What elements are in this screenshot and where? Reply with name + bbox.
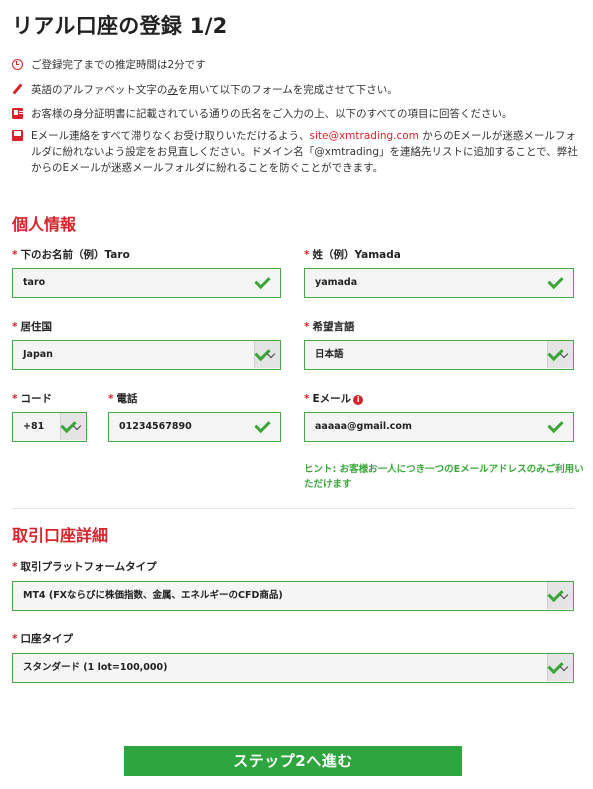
country-label: * 居住国 [12, 321, 52, 333]
platform-label: * 取引プラットフォームタイプ [12, 561, 157, 573]
email-field[interactable]: aaaaa@gmail.com [304, 412, 574, 442]
check-icon [549, 276, 565, 286]
code-label: * コード [12, 393, 52, 405]
divider [12, 508, 574, 509]
language-label: * 希望言語 [304, 321, 355, 333]
mail-icon [12, 130, 23, 141]
id-card-icon [12, 108, 23, 119]
check-icon [549, 420, 565, 430]
page-title: リアル口座の登録 1/2 [12, 14, 228, 38]
dropdown-button[interactable] [254, 341, 280, 368]
notice-text: お客様の身分証明書に記載されている通りの氏名をご入力の上、以下のすべての項目に回… [31, 108, 513, 120]
notice-email-delivery: Eメール連絡をすべて滞りなくお受け取りいただけるよう、site@xmtradin… [12, 128, 582, 176]
info-icon[interactable]: i [353, 395, 364, 405]
email-hint: ヒント: お客様お一人につき一つのEメールアドレスのみご利用いただけます [304, 464, 584, 490]
pen-icon [12, 84, 23, 95]
phone-field[interactable]: 01234567890 [108, 412, 281, 442]
last-name-field[interactable]: yamada [304, 268, 574, 298]
country-select[interactable]: Japan [12, 340, 281, 370]
dropdown-button[interactable] [547, 582, 573, 609]
phone-label: * 電話 [108, 393, 138, 405]
notice-estimated-time: ご登録完了までの推定時間は2分です [12, 57, 582, 73]
notice-text: ご登録完了までの推定時間は2分です [31, 59, 206, 71]
support-email-link[interactable]: site@xmtrading.com [309, 130, 418, 142]
notice-id-document: お客様の身分証明書に記載されている通りの氏名をご入力の上、以下のすべての項目に回… [12, 106, 582, 122]
section-title-personal: 個人情報 [12, 215, 77, 234]
first-name-label: * 下のお名前（例）Taro [12, 249, 130, 261]
platform-select[interactable]: MT4 (FXならびに株価指数、金属、エネルギーのCFD商品) [12, 581, 574, 611]
check-icon [256, 420, 272, 430]
language-select[interactable]: 日本語 [304, 340, 574, 370]
next-step-button[interactable]: ステップ2へ進む [124, 746, 462, 776]
notice-text: 英語のアルファベット文字のみを用いて以下のフォームを完成させて下さい。 [31, 84, 398, 96]
notice-text: Eメール連絡をすべて滞りなくお受け取りいただけるよう、site@xmtradin… [31, 130, 578, 174]
notice-alphabet: 英語のアルファベット文字のみを用いて以下のフォームを完成させて下さい。 [12, 82, 582, 98]
section-title-account: 取引口座詳細 [12, 526, 109, 545]
dropdown-button[interactable] [547, 654, 573, 681]
clock-icon [12, 59, 23, 70]
dropdown-button[interactable] [547, 341, 573, 368]
first-name-field[interactable]: taro [12, 268, 281, 298]
dropdown-button[interactable] [60, 413, 86, 440]
email-label: * Eメール i [304, 391, 364, 406]
check-icon [256, 276, 272, 286]
last-name-label: * 姓（例）Yamada [304, 249, 401, 261]
country-code-select[interactable]: +81 [12, 412, 87, 442]
account-type-select[interactable]: スタンダード (1 lot=100,000) [12, 653, 574, 683]
account-type-label: * 口座タイプ [12, 633, 73, 645]
